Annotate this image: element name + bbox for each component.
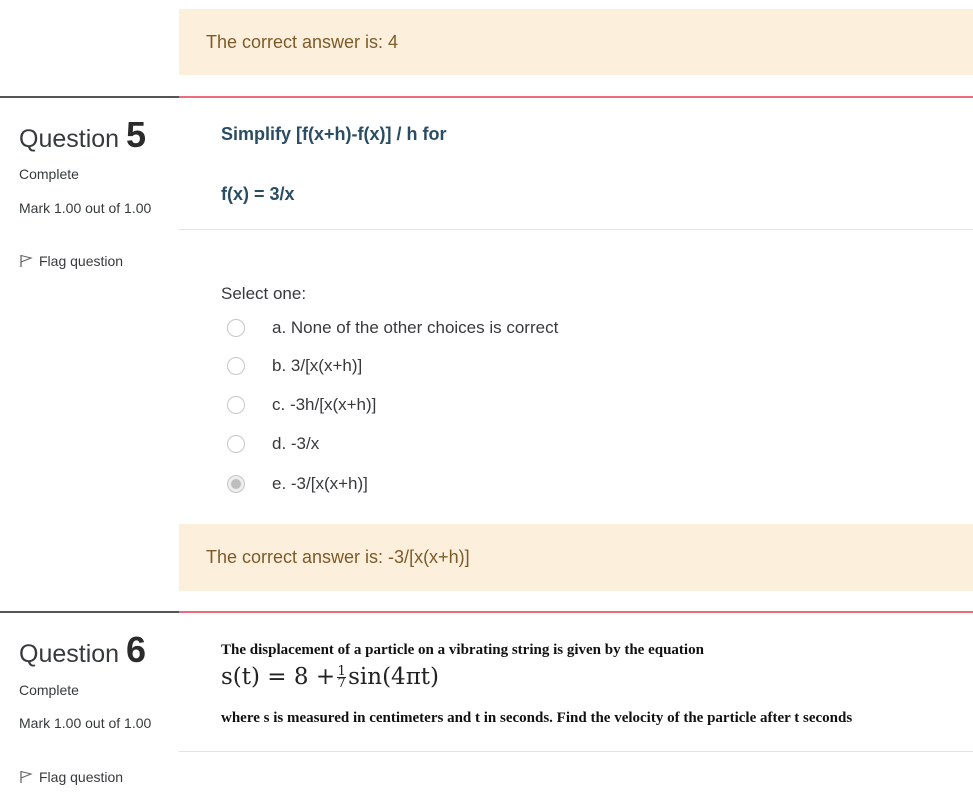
q6-title: Question 6 (19, 629, 146, 671)
q5-option-b-radio[interactable] (227, 357, 245, 375)
q5-option-c-label: c. -3h/[x(x+h)] (272, 395, 377, 414)
q6-rule-left (0, 611, 179, 613)
q5-option-e-radio[interactable] (227, 475, 245, 493)
q5-state: Complete (19, 166, 79, 182)
q5-option-e-label: e. -3/[x(x+h)] (272, 474, 368, 493)
q5-number: 5 (126, 114, 147, 155)
q6-divider (179, 751, 973, 752)
q6-equation-fraction: 1 7 (337, 663, 347, 691)
q5-option-a-radio[interactable] (227, 319, 245, 337)
q6-rule-right (179, 611, 973, 613)
q6-equation: s(t) = 8 + 1 7 sin(4πt) (221, 664, 439, 690)
q5-select-label: Select one: (221, 284, 307, 303)
q5-feedback: The correct answer is: -3/[x(x+h)] (179, 524, 973, 591)
q5-option-c-radio[interactable] (227, 396, 245, 414)
q6-mark: Mark 1.00 out of 1.00 (19, 715, 152, 731)
q5-question-line2: f(x) = 3/x (221, 184, 295, 204)
q5-option-e[interactable]: e. -3/[x(x+h)] (227, 474, 368, 494)
q5-option-d-label: d. -3/x (272, 434, 320, 453)
q5-title: Question 5 (19, 114, 146, 156)
prev-feedback: The correct answer is: 4 (179, 9, 973, 75)
flag-icon (20, 770, 33, 783)
q5-feedback-text: The correct answer is: -3/[x(x+h)] (206, 547, 470, 567)
q6-equation-frac-num: 1 (337, 663, 346, 679)
q6-equation-left: s(t) = 8 + (221, 664, 336, 690)
q5-option-b[interactable]: b. 3/[x(x+h)] (227, 356, 362, 376)
q5-rule-right (179, 96, 973, 98)
q5-rule-left (0, 96, 179, 98)
q5-title-word: Question (19, 125, 120, 153)
q5-question-line1: Simplify [f(x+h)-f(x)] / h for (221, 124, 447, 144)
q5-option-d-radio[interactable] (227, 435, 245, 453)
q6-equation-frac-den: 7 (337, 675, 346, 691)
flag-icon (20, 254, 33, 267)
q6-text-line1: The displacement of a particle on a vibr… (221, 642, 704, 658)
q6-title-word: Question (19, 640, 120, 668)
q5-divider (179, 229, 973, 230)
q6-flag-label: Flag question (39, 769, 124, 785)
q5-option-b-label: b. 3/[x(x+h)] (272, 356, 363, 375)
q5-flag-question[interactable]: Flag question (19, 253, 123, 269)
q5-option-a[interactable]: a. None of the other choices is correct (227, 318, 558, 338)
q6-text-line2: where s is measured in centimeters and t… (221, 710, 853, 726)
q6-number: 6 (126, 629, 147, 670)
q6-state: Complete (19, 682, 79, 698)
q5-option-d[interactable]: d. -3/x (227, 434, 319, 454)
q6-equation-right: sin(4πt) (348, 664, 440, 690)
prev-feedback-text: The correct answer is: 4 (206, 31, 399, 52)
q5-option-c[interactable]: c. -3h/[x(x+h)] (227, 395, 376, 415)
q6-flag-question[interactable]: Flag question (19, 769, 123, 785)
q5-option-a-label: a. None of the other choices is correct (272, 318, 559, 337)
q5-flag-label: Flag question (39, 253, 124, 269)
q5-mark: Mark 1.00 out of 1.00 (19, 200, 152, 216)
